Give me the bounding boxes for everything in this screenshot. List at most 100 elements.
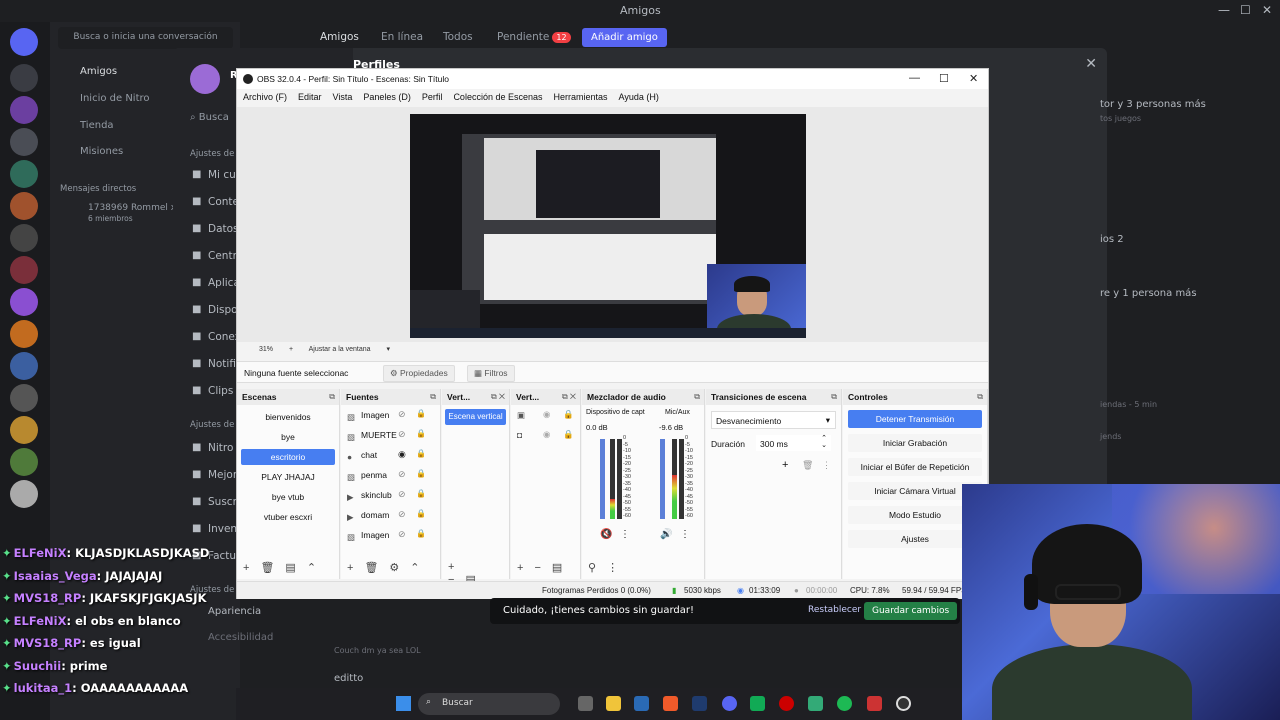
undock-icon[interactable]: ⧉ [977, 392, 983, 402]
zoom-in-icon[interactable]: + [289, 346, 293, 353]
eye-off-icon[interactable]: ⊘ [398, 429, 406, 440]
server-icon[interactable] [10, 128, 38, 156]
more-options-icon[interactable]: ⋮ [680, 529, 690, 540]
scene-item[interactable]: PLAY JHAJAJ [241, 469, 335, 485]
more-options-icon[interactable]: ⋮ [822, 460, 831, 471]
close-icon[interactable]: ✕ [1085, 56, 1097, 72]
source-item[interactable]: ▧ Imagen ⊘ 🔒 [341, 525, 440, 545]
menu-item[interactable]: Archivo (F) [243, 92, 287, 102]
server-icon[interactable] [10, 64, 38, 92]
undock-icon[interactable]: ⧉ [430, 392, 436, 402]
menu-item[interactable]: Vista [333, 92, 353, 102]
transition-select[interactable]: Desvanecimiento ▾ [711, 411, 836, 429]
server-icon[interactable] [10, 352, 38, 380]
spotify-icon[interactable] [837, 696, 852, 711]
source-item[interactable]: ▧ Imagen ⊘ 🔒 [341, 405, 440, 425]
server-icon[interactable] [10, 480, 38, 508]
server-icon[interactable] [10, 448, 38, 476]
settings-item[interactable]: Notifi [208, 358, 236, 370]
vertical-source-item[interactable]: ◘ ◉ 🔒 [511, 425, 580, 445]
muted-speaker-icon[interactable]: 🔇 [600, 529, 612, 540]
nav-missions[interactable]: Misiones [80, 146, 123, 157]
eye-icon[interactable]: ◉ [543, 429, 550, 440]
add-icon[interactable]: + [243, 562, 249, 574]
volume-slider[interactable] [600, 439, 605, 519]
settings-item[interactable]: Nitro [208, 442, 233, 454]
settings-item[interactable]: Suscr [208, 496, 237, 508]
avatar[interactable] [190, 64, 220, 94]
tab-all[interactable]: Todos [443, 31, 473, 43]
server-icon[interactable] [10, 384, 38, 412]
menu-item[interactable]: Paneles (D) [363, 92, 411, 102]
menu-item[interactable]: Colección de Escenas [453, 92, 542, 102]
brave-icon[interactable] [663, 696, 678, 711]
duration-input[interactable]: 300 ms ⌃ ⌄ [756, 435, 831, 451]
settings-item[interactable]: Clips [208, 385, 233, 397]
app-icon[interactable] [808, 696, 823, 711]
volume-slider[interactable] [660, 439, 665, 519]
scene-item[interactable]: bye [241, 429, 335, 445]
eye-icon[interactable]: ◉ [543, 409, 550, 420]
lock-icon[interactable]: 🔒 [416, 409, 426, 418]
eye-icon[interactable]: ◉ [398, 449, 406, 460]
settings-item[interactable]: Datos [208, 223, 239, 235]
server-icon[interactable] [10, 192, 38, 220]
tab-pending[interactable]: Pendiente 12 [497, 31, 571, 43]
server-icon[interactable] [10, 224, 38, 252]
lock-icon[interactable]: 🔒 [563, 409, 574, 420]
steam-icon[interactable] [634, 696, 649, 711]
maximize-icon[interactable]: ☐ [1240, 3, 1251, 17]
settings-search[interactable]: ⌕ Busca [190, 112, 229, 123]
scene-item[interactable]: bienvenidos [241, 409, 335, 425]
chevron-up-icon[interactable]: ⌃ [307, 562, 316, 574]
trash-icon[interactable]: 🗑 [802, 460, 813, 471]
link-icon[interactable]: ⚲ [588, 562, 596, 574]
menu-item[interactable]: Editar [298, 92, 322, 102]
lock-icon[interactable]: 🔒 [416, 509, 426, 518]
more-options-icon[interactable]: ⋮ [620, 529, 630, 540]
lock-icon[interactable]: 🔒 [416, 429, 426, 438]
source-item[interactable]: ▶ skinclub ⊘ 🔒 [341, 485, 440, 505]
reset-button[interactable]: Restablecer [808, 605, 861, 615]
server-icon[interactable] [10, 288, 38, 316]
source-item[interactable]: ▧ MUERTE ⊘ 🔒 [341, 425, 440, 445]
settings-item[interactable]: Mejor [208, 469, 237, 481]
dm-search-input[interactable]: Busca o inicia una conversación [58, 27, 233, 49]
undock-icon[interactable]: ⧉ [329, 392, 335, 402]
eye-off-icon[interactable]: ⊘ [398, 509, 406, 520]
add-friend-button[interactable]: Añadir amigo [582, 28, 667, 47]
server-icon[interactable] [10, 96, 38, 124]
zoom-level[interactable]: 31% [259, 346, 273, 353]
discord-icon[interactable] [722, 696, 737, 711]
nav-friends[interactable]: Amigos [80, 66, 117, 77]
control-button[interactable]: Detener Transmisión [848, 410, 982, 428]
menu-item[interactable]: Herramientas [554, 92, 608, 102]
nav-nitro[interactable]: Inicio de Nitro [80, 93, 150, 104]
trash-icon[interactable]: 🗑 [364, 562, 378, 574]
filter-icon[interactable]: ▤ [552, 562, 562, 574]
chevron-down-icon[interactable]: ▾ [386, 346, 390, 353]
maximize-icon[interactable]: ☐ [939, 72, 949, 85]
close-icon[interactable]: ⧉ ✕ [491, 392, 505, 402]
lock-icon[interactable]: 🔒 [416, 489, 426, 498]
vertical-scene-item[interactable]: Escena vertical [445, 409, 506, 425]
settings-item[interactable]: Dispo [208, 304, 238, 316]
scene-item[interactable]: vtuber escxri [241, 509, 335, 525]
windows-start-icon[interactable] [396, 696, 411, 711]
nav-shop[interactable]: Tienda [80, 120, 114, 131]
close-icon[interactable]: ✕ [969, 72, 978, 85]
settings-item[interactable]: Conte [208, 196, 239, 208]
add-icon[interactable]: + [347, 562, 353, 574]
minus-icon[interactable]: − [534, 562, 540, 574]
trash-icon[interactable]: 🗑 [260, 562, 274, 574]
lock-icon[interactable]: 🔒 [416, 469, 426, 478]
filter-icon[interactable]: ▤ [285, 562, 295, 574]
close-icon[interactable]: ⧉ ✕ [562, 392, 576, 402]
fit-to-window-button[interactable]: Ajustar a la ventana [309, 346, 371, 353]
minimize-icon[interactable]: — [909, 72, 920, 84]
server-icon[interactable] [10, 320, 38, 348]
gear-icon[interactable]: ⚙ [389, 562, 399, 574]
source-item[interactable]: ● chat ◉ 🔒 [341, 445, 440, 465]
add-icon[interactable]: + [517, 562, 523, 574]
minimize-icon[interactable]: — [1218, 3, 1230, 17]
